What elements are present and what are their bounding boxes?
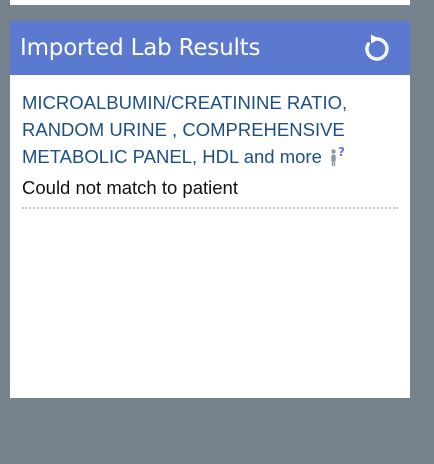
imported-lab-results-panel: Imported Lab Results MICROALBUMIN/CREATI… — [10, 21, 410, 398]
match-status: Could not match to patient — [22, 177, 238, 198]
svg-text:?: ? — [338, 145, 345, 159]
list-item: MICROALBUMIN/CREATININE RATIO, RANDOM UR… — [22, 89, 398, 209]
refresh-icon[interactable] — [362, 33, 392, 63]
person-question-icon[interactable]: ? — [328, 145, 350, 174]
panel-title: Imported Lab Results — [20, 35, 261, 61]
previous-panel-edge — [10, 0, 410, 5]
panel-header: Imported Lab Results — [10, 21, 410, 75]
panel-body: MICROALBUMIN/CREATININE RATIO, RANDOM UR… — [10, 75, 410, 209]
more-link[interactable]: and more — [244, 146, 322, 167]
